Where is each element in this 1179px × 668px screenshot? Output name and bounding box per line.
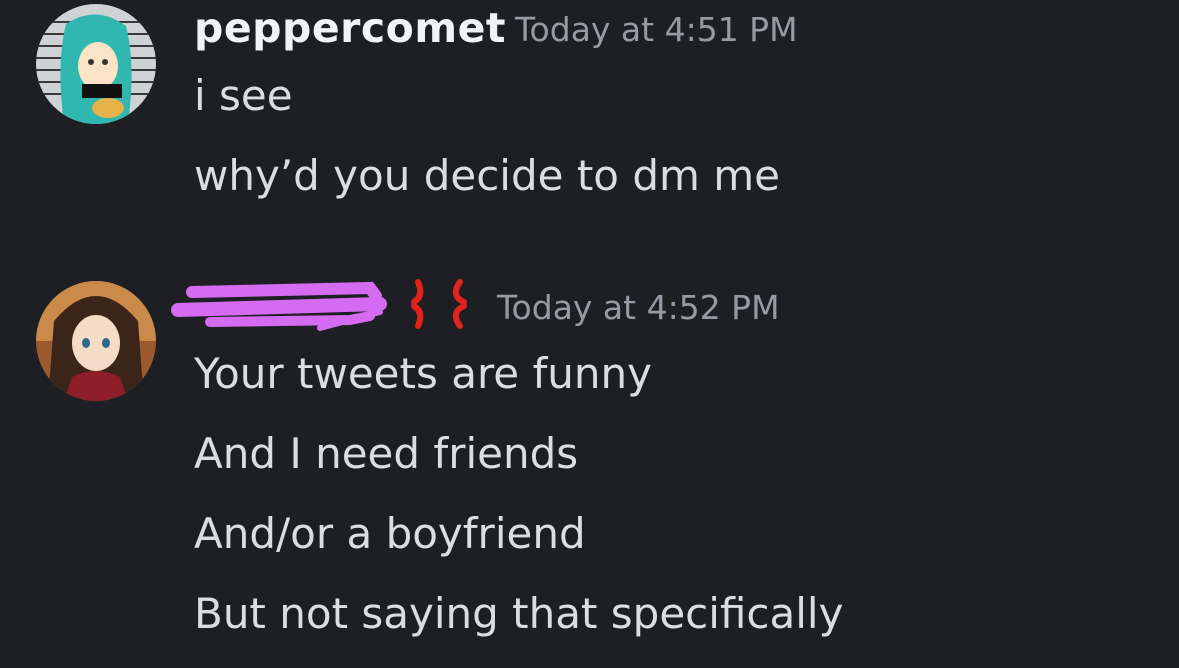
message-text: i see: [194, 71, 293, 120]
message-text: Your tweets are funny: [194, 349, 652, 398]
avatar-image: [36, 281, 156, 401]
message-text: And/or a boyfriend: [194, 509, 586, 558]
message-timestamp: Today at 4:51 PM: [515, 10, 798, 49]
message-text: But not saying that specifically: [194, 589, 844, 638]
user-avatar-peppercomet[interactable]: [36, 4, 156, 124]
message-text: And I need friends: [194, 429, 579, 478]
message-timestamp: Today at 4:52 PM: [497, 288, 780, 327]
message-text: why’d you decide to dm me: [194, 151, 781, 200]
message-author-name[interactable]: peppercomet: [194, 5, 506, 51]
avatar-image: [36, 4, 156, 124]
redacted-username-scribble: [171, 281, 387, 331]
anger-symbol-icon: [411, 279, 467, 329]
user-avatar-redacted[interactable]: [36, 281, 156, 401]
